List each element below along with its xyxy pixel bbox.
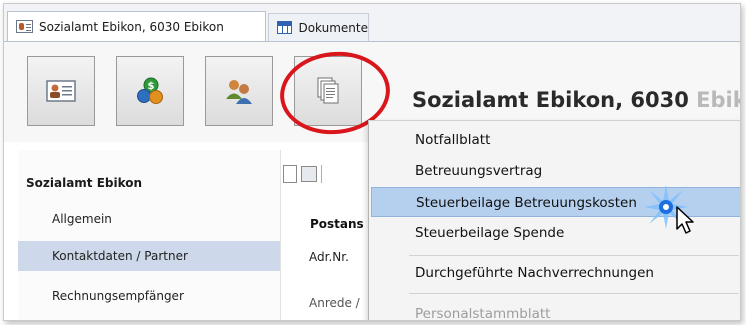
menu-separator: [409, 255, 739, 256]
menu-item-personalstammblatt: Personalstammblatt: [371, 299, 740, 321]
menu-item-label: Betreuungsvertrag: [415, 163, 543, 179]
tab-sozialamt-ebikon[interactable]: Sozialamt Ebikon, 6030 Ebikon: [7, 11, 266, 41]
menu-item-durchgefuehrte-nachverrechnungen[interactable]: Durchgeführte Nachverrechnungen: [371, 258, 740, 288]
application-window: Sozialamt Ebikon, 6030 Ebikon Dokumente …: [3, 3, 741, 321]
sidebar-item-label: Kontaktdaten / Partner: [52, 249, 188, 263]
menu-item-notfallblatt[interactable]: Notfallblatt: [371, 125, 740, 155]
tab-label: Dokumente: [298, 20, 368, 35]
people-partners-icon: [226, 80, 252, 104]
finance-button[interactable]: $: [116, 56, 184, 126]
save-icon[interactable]: [301, 166, 317, 182]
tab-label: Sozialamt Ebikon, 6030 Ebikon: [39, 19, 224, 34]
sidebar-item-kontaktdaten-partner[interactable]: Kontaktdaten / Partner: [18, 241, 280, 271]
partners-button[interactable]: [205, 56, 273, 126]
group-title: Postans: [310, 217, 364, 231]
contact-card-icon: [16, 20, 33, 33]
page-title-faded: Ebiko: [696, 88, 740, 112]
menu-item-betreuungsvertrag[interactable]: Betreuungsvertrag: [371, 156, 740, 186]
toolbar-divider: [321, 165, 322, 183]
sidebar-item-label: Allgemein: [52, 212, 112, 226]
field-label-anrede: Anrede /: [309, 296, 360, 310]
sidebar-item-rechnungsempfaenger[interactable]: Rechnungsempfänger: [18, 281, 280, 311]
contact-card-button[interactable]: [27, 56, 95, 126]
svg-text:$: $: [148, 81, 155, 92]
tab-dokumente[interactable]: Dokumente: [268, 13, 369, 41]
menu-item-label: Steuerbeilage Betreuungskosten: [416, 195, 637, 211]
sidebar: Sozialamt Ebikon Allgemein Kontaktdaten …: [18, 150, 281, 320]
contact-card-icon: [46, 80, 76, 102]
page-title: Sozialamt Ebikon, 6030 Ebiko: [412, 88, 740, 112]
field-label-adrnr: Adr.Nr.: [309, 250, 349, 264]
grid-table-icon: [277, 21, 293, 34]
content-toolbar: [283, 162, 322, 186]
sidebar-item-label: Rechnungsempfänger: [52, 289, 184, 303]
menu-item-label: Personalstammblatt: [415, 306, 551, 321]
page-title-main: Sozialamt Ebikon, 6030: [412, 88, 697, 112]
tab-bar: Sozialamt Ebikon, 6030 Ebikon Dokumente: [4, 4, 740, 42]
new-document-icon[interactable]: [283, 165, 297, 183]
menu-item-label: Steuerbeilage Spende: [415, 225, 565, 241]
menu-separator: [409, 293, 739, 294]
menu-item-label: Notfallblatt: [415, 132, 491, 148]
menu-item-label: Durchgeführte Nachverrechnungen: [415, 265, 654, 281]
coins-money-icon: $: [137, 77, 163, 104]
sidebar-title: Sozialamt Ebikon: [26, 176, 143, 190]
sidebar-item-allgemein[interactable]: Allgemein: [18, 204, 280, 234]
mouse-cursor-icon: [676, 206, 694, 234]
